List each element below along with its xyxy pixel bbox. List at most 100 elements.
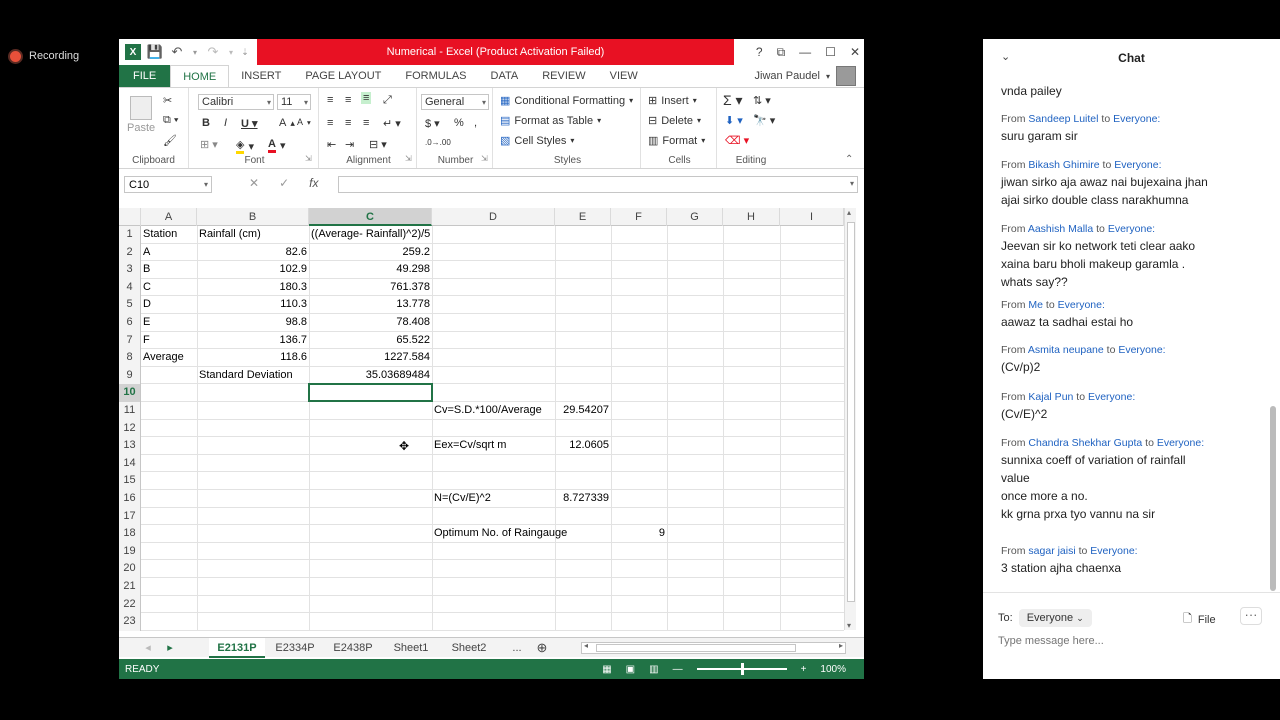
cell-b23[interactable] xyxy=(197,613,309,631)
column-header-g[interactable]: G xyxy=(667,208,723,226)
row-header[interactable]: 5 xyxy=(119,296,141,314)
cell-c11[interactable] xyxy=(309,402,432,420)
paste-button[interactable]: Paste xyxy=(127,96,155,134)
chat-scroll-thumb[interactable] xyxy=(1270,406,1276,591)
horizontal-scroll-thumb[interactable] xyxy=(596,644,796,652)
cell-d14[interactable] xyxy=(432,455,555,473)
tab-page-layout[interactable]: PAGE LAYOUT xyxy=(293,65,393,87)
active-cell-c10[interactable] xyxy=(308,383,433,402)
collapse-chat-icon[interactable]: ⌄ xyxy=(1001,50,1010,63)
cell-f9[interactable] xyxy=(611,367,667,385)
cell-e13[interactable]: 12.0605 xyxy=(555,437,611,455)
cell-c21[interactable] xyxy=(309,578,432,596)
cell-a2[interactable]: A xyxy=(141,244,197,262)
cell-a22[interactable] xyxy=(141,596,197,614)
cell-f18[interactable]: 9 xyxy=(611,525,667,543)
previous-sheet-icon[interactable]: ◂ xyxy=(141,638,155,658)
cell-c9[interactable]: 35.03689484 xyxy=(309,367,432,385)
cell-c19[interactable] xyxy=(309,543,432,561)
comma-icon[interactable]: , xyxy=(474,117,477,129)
cell-c13[interactable] xyxy=(309,437,432,455)
cell-f8[interactable] xyxy=(611,349,667,367)
cell-f23[interactable] xyxy=(611,613,667,631)
cell-f16[interactable] xyxy=(611,490,667,508)
currency-icon[interactable]: $ ▾ xyxy=(425,117,440,130)
delete-cells-button[interactable]: ⊟ Delete ▾ xyxy=(648,114,701,128)
page-break-view-icon[interactable]: ▥ xyxy=(649,664,658,675)
more-sheets-button[interactable]: ... xyxy=(503,638,531,658)
increase-font-icon[interactable]: A ▴ xyxy=(279,117,295,129)
zoom-in-icon[interactable]: + xyxy=(801,664,807,675)
zoom-level[interactable]: 100% xyxy=(820,664,846,675)
cell-b9[interactable]: Standard Deviation xyxy=(197,367,309,385)
decrease-font-icon[interactable]: A ▾ xyxy=(297,117,311,127)
customize-qat-icon[interactable]: ⇣ xyxy=(241,44,249,60)
cell-f12[interactable] xyxy=(611,420,667,438)
select-all-corner[interactable] xyxy=(119,208,141,226)
tab-insert[interactable]: INSERT xyxy=(229,65,293,87)
recipient-select[interactable]: Everyone ⌄ xyxy=(1018,609,1092,627)
cell-d19[interactable] xyxy=(432,543,555,561)
cell-a7[interactable]: F xyxy=(141,332,197,350)
cell-d20[interactable] xyxy=(432,560,555,578)
cell-a16[interactable] xyxy=(141,490,197,508)
cell-b19[interactable] xyxy=(197,543,309,561)
insert-cells-button[interactable]: ⊞ Insert ▾ xyxy=(648,94,697,108)
cell-d12[interactable] xyxy=(432,420,555,438)
cell-f22[interactable] xyxy=(611,596,667,614)
redo-icon[interactable]: ↷ xyxy=(205,44,221,60)
cell-d6[interactable] xyxy=(432,314,555,332)
cell-f4[interactable] xyxy=(611,279,667,297)
cell-c18[interactable] xyxy=(309,525,432,543)
column-header-e[interactable]: E xyxy=(555,208,611,226)
cell-c15[interactable] xyxy=(309,472,432,490)
cell-b10[interactable] xyxy=(197,384,309,402)
cell-e19[interactable] xyxy=(555,543,611,561)
cell-styles-button[interactable]: ▧ Cell Styles ▾ xyxy=(500,134,574,148)
cell-e21[interactable] xyxy=(555,578,611,596)
enter-icon[interactable]: ✓ xyxy=(279,176,289,190)
cell-c6[interactable]: 78.408 xyxy=(309,314,432,332)
cell-d21[interactable] xyxy=(432,578,555,596)
cell-e4[interactable] xyxy=(555,279,611,297)
tab-view[interactable]: VIEW xyxy=(598,65,650,87)
zoom-slider-knob[interactable] xyxy=(740,663,744,675)
row-header[interactable]: 21 xyxy=(119,578,141,596)
help-button[interactable]: ? xyxy=(756,45,763,59)
underline-icon[interactable]: U ▾ xyxy=(241,117,258,130)
save-icon[interactable]: 💾 xyxy=(147,44,163,60)
align-right-icon[interactable]: ≡ xyxy=(363,117,369,129)
cell-f13[interactable] xyxy=(611,437,667,455)
cell-e18[interactable] xyxy=(555,525,611,543)
cell-e20[interactable] xyxy=(555,560,611,578)
cell-f11[interactable] xyxy=(611,402,667,420)
column-header-b[interactable]: B xyxy=(197,208,309,226)
row-header[interactable]: 6 xyxy=(119,314,141,332)
user-account[interactable]: Jiwan Paudel ▾ xyxy=(755,65,856,87)
cell-e2[interactable] xyxy=(555,244,611,262)
increase-indent-icon[interactable]: ⇥ xyxy=(345,138,354,151)
cell-d8[interactable] xyxy=(432,349,555,367)
row-header[interactable]: 18 xyxy=(119,525,141,543)
cell-e3[interactable] xyxy=(555,261,611,279)
find-select-icon[interactable]: 🔭 ▾ xyxy=(753,114,775,127)
cell-f14[interactable] xyxy=(611,455,667,473)
cell-a5[interactable]: D xyxy=(141,296,197,314)
align-middle-icon[interactable]: ≡ xyxy=(345,94,351,106)
worksheet-grid[interactable]: A B C D E F G H I 1 Station Rainfall (cm)(… xyxy=(119,208,864,631)
bold-icon[interactable]: B xyxy=(202,117,210,129)
cell-b18[interactable] xyxy=(197,525,309,543)
align-center-icon[interactable]: ≡ xyxy=(345,117,351,129)
tab-home[interactable]: HOME xyxy=(170,65,230,88)
name-box[interactable]: C10 ▾ xyxy=(124,176,212,193)
conditional-formatting-button[interactable]: ▦ Conditional Formatting ▾ xyxy=(500,94,633,108)
align-bottom-icon[interactable]: ≡ xyxy=(361,92,372,104)
cancel-icon[interactable]: ✕ xyxy=(249,176,259,190)
scroll-right-icon[interactable]: ▸ xyxy=(839,641,843,650)
copy-icon[interactable]: ⧉ ▾ xyxy=(163,114,179,127)
cell-d5[interactable] xyxy=(432,296,555,314)
cell-d10[interactable] xyxy=(432,384,555,402)
insert-function-icon[interactable]: fx xyxy=(309,176,318,190)
align-left-icon[interactable]: ≡ xyxy=(327,117,333,129)
italic-icon[interactable]: I xyxy=(224,117,227,129)
